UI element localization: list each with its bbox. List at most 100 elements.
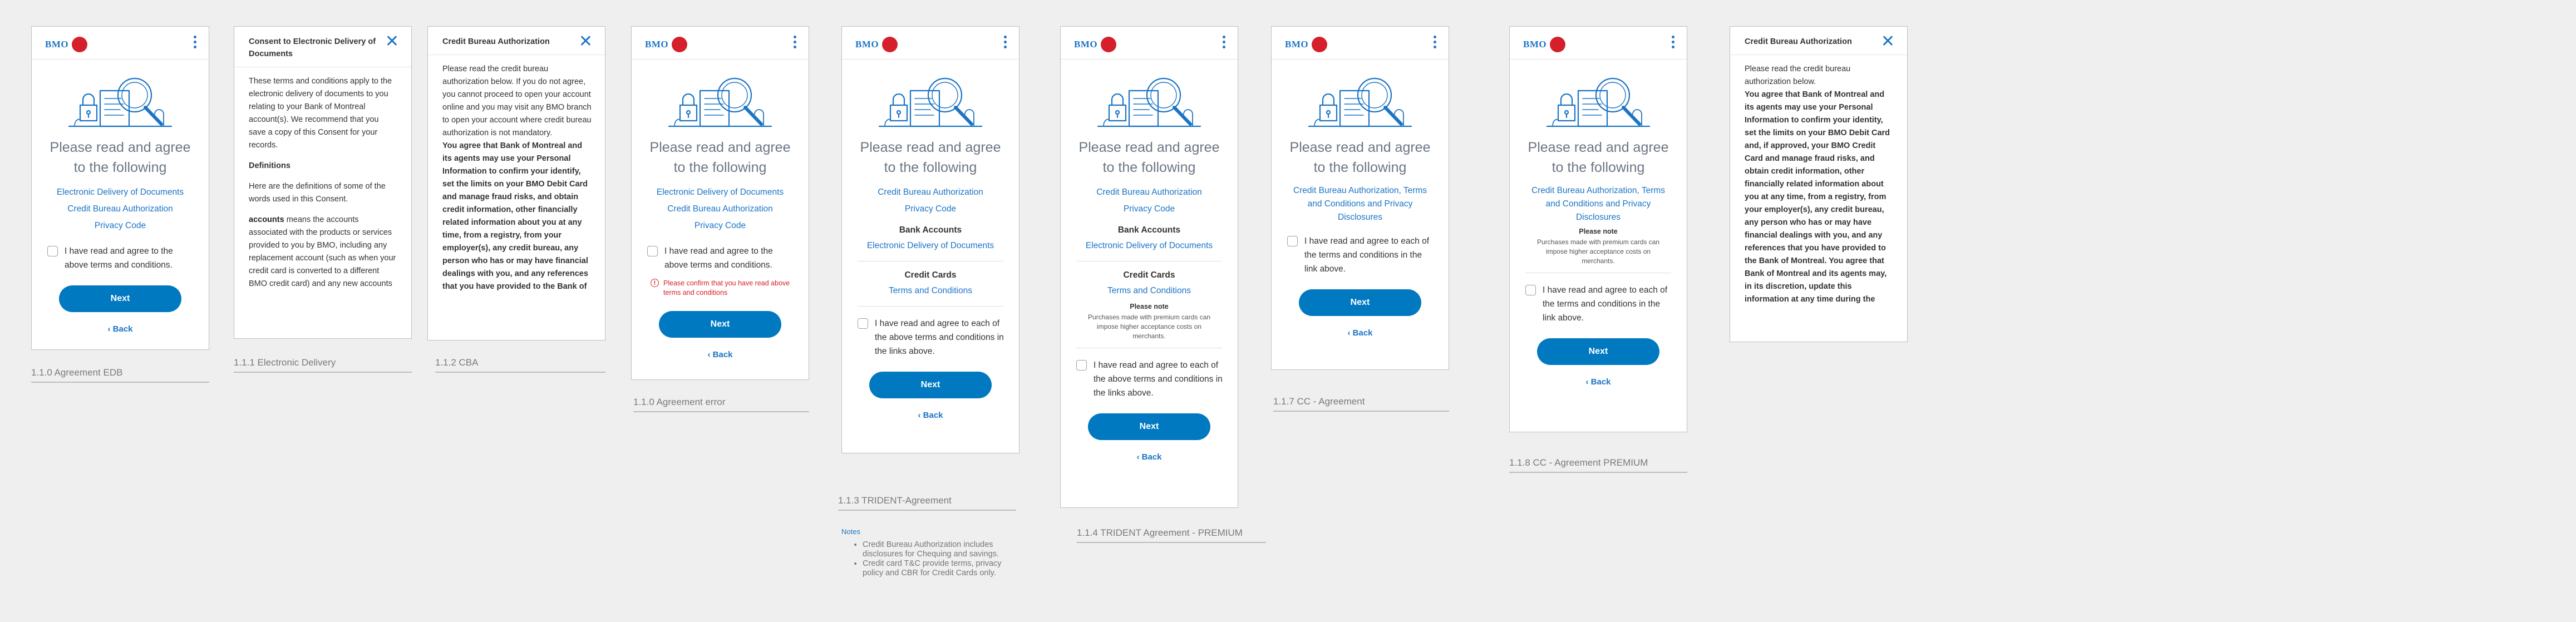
frame-label: 1.1.7 CC - Agreement <box>1273 396 1449 412</box>
kebab-icon[interactable] <box>1433 36 1437 51</box>
agree-checkbox-row[interactable]: I have read and agree to each of the abo… <box>858 317 1007 358</box>
screen-trident-agreement: BMO Please read and agree to the followi… <box>841 26 1019 453</box>
credit-cards-heading: Credit Cards <box>1123 270 1175 280</box>
link-credit-bureau[interactable]: Credit Bureau Authorization <box>632 201 809 218</box>
kebab-icon[interactable] <box>193 36 198 51</box>
body-text-bold: You agree that Bank of Montreal and its … <box>442 141 588 291</box>
screen-agreement-error: BMO Please read and agree to the followi… <box>631 26 809 380</box>
page-heading: Please read and agree to the following <box>1289 140 1431 175</box>
notes-list: Credit Bureau Authorization includes dis… <box>841 540 1019 578</box>
agree-checkbox-row[interactable]: I have read and agree to each of the ter… <box>1525 283 1674 325</box>
bank-accounts-heading: Bank Accounts <box>1117 225 1181 235</box>
back-link[interactable]: ‹ Back <box>1061 452 1238 462</box>
frame-label: 1.1.3 TRIDENT-Agreement <box>838 495 1016 511</box>
screen-agreement-edb: BMO Please read and agree to the followi… <box>31 26 209 350</box>
bmo-roundel-icon <box>672 37 688 52</box>
link-cc-disclosures[interactable]: Credit Bureau Authorization, Terms and C… <box>1288 184 1432 224</box>
screen-trident-agreement-premium: BMO Please read and agree to the followi… <box>1060 26 1238 508</box>
link-cc-disclosures[interactable]: Credit Bureau Authorization, Terms and C… <box>1526 184 1670 224</box>
close-icon[interactable]: ✕ <box>385 33 399 50</box>
screen-credit-bureau-authorization: Credit Bureau Authorization ✕ Please read… <box>427 26 605 340</box>
next-button[interactable]: Next <box>659 311 781 338</box>
bmo-logo: BMO <box>1523 37 1566 52</box>
kebab-icon[interactable] <box>1222 36 1227 51</box>
frame-label: 1.1.0 Agreement EDB <box>31 367 209 383</box>
next-button[interactable]: Next <box>1088 413 1210 440</box>
kebab-icon[interactable] <box>1003 36 1008 51</box>
link-electronic-delivery[interactable]: Electronic Delivery of Documents <box>842 238 1019 254</box>
error-icon: ! <box>651 279 659 287</box>
page-heading: Please read and agree to the following <box>50 140 191 175</box>
bmo-roundel-icon <box>1101 37 1117 52</box>
kebab-icon[interactable] <box>1671 36 1676 51</box>
link-electronic-delivery[interactable]: Electronic Delivery of Documents <box>32 184 209 201</box>
modal-body: Please read the credit bureau authorizat… <box>428 55 605 293</box>
next-button[interactable]: Next <box>59 285 181 312</box>
error-message: ! Please confirm that you have read above… <box>651 279 796 298</box>
bmo-roundel-icon <box>1312 37 1328 52</box>
back-link[interactable]: ‹ Back <box>632 350 809 359</box>
close-icon[interactable]: ✕ <box>579 33 593 50</box>
frame-label: 1.1.8 CC - Agreement PREMIUM <box>1509 457 1687 473</box>
note-item: Credit Bureau Authorization includes dis… <box>863 540 1019 559</box>
app-header: BMO <box>32 27 209 60</box>
link-terms-conditions[interactable]: Terms and Conditions <box>842 283 1019 299</box>
agreement-illustration-icon <box>66 74 175 130</box>
agree-checkbox[interactable] <box>47 246 58 256</box>
link-credit-bureau[interactable]: Credit Bureau Authorization <box>842 184 1019 201</box>
body-text: Here are the definitions of some of the … <box>249 182 386 204</box>
agree-checkbox[interactable] <box>1076 360 1087 371</box>
agree-checkbox[interactable] <box>1525 285 1536 295</box>
page-heading: Please read and agree to the following <box>1078 140 1220 175</box>
please-note-title: Please note <box>1579 228 1618 235</box>
screen-credit-bureau-authorization-cc: Credit Bureau Authorization ✕ Please read… <box>1730 26 1908 342</box>
agree-checkbox[interactable] <box>1287 236 1298 246</box>
link-electronic-delivery[interactable]: Electronic Delivery of Documents <box>1061 238 1238 254</box>
agree-checkbox-row[interactable]: I have read and agree to the above terms… <box>47 244 196 272</box>
link-privacy-code[interactable]: Privacy Code <box>32 218 209 234</box>
next-button[interactable]: Next <box>1537 338 1659 365</box>
link-privacy-code[interactable]: Privacy Code <box>632 218 809 234</box>
frame-label: 1.1.2 CBA <box>435 357 605 373</box>
app-header: BMO <box>1510 27 1687 60</box>
link-credit-bureau[interactable]: Credit Bureau Authorization <box>1061 184 1238 201</box>
body-text: These terms and conditions apply to the … <box>249 77 392 150</box>
link-terms-conditions[interactable]: Terms and Conditions <box>1061 283 1238 299</box>
agree-checkbox-row[interactable]: I have read and agree to each of the ter… <box>1287 234 1436 276</box>
modal-header: Consent to Electronic Delivery of Docume… <box>234 27 411 67</box>
bmo-roundel-icon <box>72 37 88 52</box>
link-privacy-code[interactable]: Privacy Code <box>842 201 1019 218</box>
body-text: accounts means the accounts associated w… <box>249 215 396 288</box>
back-link[interactable]: ‹ Back <box>1272 328 1449 338</box>
next-button[interactable]: Next <box>869 372 992 398</box>
bmo-logo: BMO <box>1074 37 1117 52</box>
agree-checkbox[interactable] <box>858 318 868 329</box>
agree-checkbox[interactable] <box>647 246 658 256</box>
agree-checkbox-row[interactable]: I have read and agree to each of the abo… <box>1076 358 1225 400</box>
kebab-icon[interactable] <box>793 36 797 51</box>
next-button[interactable]: Next <box>1299 289 1421 316</box>
screen-cc-agreement: BMO Please read and agree to the followi… <box>1271 26 1449 370</box>
app-header: BMO <box>842 27 1019 60</box>
app-header: BMO <box>632 27 809 60</box>
bmo-roundel-icon <box>882 37 898 52</box>
link-privacy-code[interactable]: Privacy Code <box>1061 201 1238 218</box>
frame-label: 1.1.0 Agreement error <box>633 397 809 412</box>
notes-title: Notes <box>841 527 860 536</box>
modal-title: Credit Bureau Authorization <box>1745 37 1852 46</box>
back-link[interactable]: ‹ Back <box>842 411 1019 420</box>
link-credit-bureau[interactable]: Credit Bureau Authorization <box>32 201 209 218</box>
modal-body: Please read the credit bureau authorizat… <box>1730 55 1907 306</box>
agreement-illustration-icon <box>1306 74 1415 130</box>
back-link[interactable]: ‹ Back <box>32 324 209 334</box>
agreement-illustration-icon <box>1544 74 1653 130</box>
note-item: Credit card T&C provide terms, privacy p… <box>863 559 1019 578</box>
agreement-illustration-icon <box>666 74 775 130</box>
page-heading: Please read and agree to the following <box>649 140 791 175</box>
close-icon[interactable]: ✕ <box>1881 33 1895 50</box>
link-electronic-delivery[interactable]: Electronic Delivery of Documents <box>632 184 809 201</box>
agree-checkbox-row[interactable]: I have read and agree to the above terms… <box>647 244 796 272</box>
back-link[interactable]: ‹ Back <box>1510 377 1687 387</box>
credit-cards-heading: Credit Cards <box>904 270 957 280</box>
frame-label: 1.1.1 Electronic Delivery <box>234 357 412 373</box>
